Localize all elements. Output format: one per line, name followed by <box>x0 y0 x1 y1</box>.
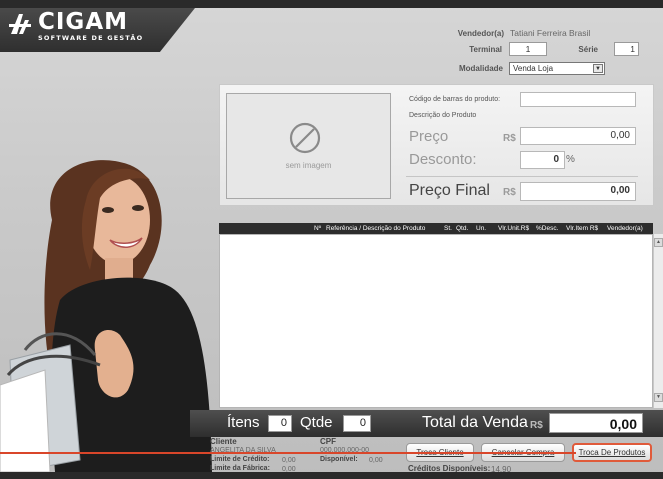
quantity-label: Qtde <box>300 414 333 431</box>
brand-name: CIGAM <box>38 9 129 35</box>
brand-tagline: SOFTWARE DE GESTÃO <box>38 34 144 42</box>
serie-label: Série <box>578 45 598 54</box>
no-image-label: sem imagem <box>285 161 332 170</box>
vendedor-value: Tatiani Ferreira Brasil <box>510 28 591 38</box>
cigam-logo-icon <box>9 14 31 34</box>
scroll-up-icon[interactable]: ▲ <box>654 238 663 247</box>
column-header-description[interactable]: Referência / Descrição do Produto <box>326 225 425 232</box>
bottom-bar <box>0 472 663 479</box>
column-header-qty[interactable]: Qtd. <box>456 225 468 232</box>
limite-fabrica-label: Limite da Fábrica: <box>210 465 270 472</box>
discount-input[interactable]: 0 <box>520 151 565 169</box>
items-count-label: Ítens <box>227 414 260 431</box>
column-header-status[interactable]: St. <box>444 225 452 232</box>
column-header-number[interactable]: Nº <box>314 225 321 232</box>
limite-credito-value: 0,00 <box>282 457 296 464</box>
price-label: Preço <box>409 128 449 145</box>
limite-credito-label: Limite de Crédito: <box>210 456 270 463</box>
price-currency: R$ <box>503 133 516 144</box>
woman-with-shopping-bags-image <box>0 160 213 472</box>
final-price-input[interactable]: 0,00 <box>520 182 636 201</box>
cliente-label: Cliente <box>210 437 237 446</box>
modalidade-value: Venda Loja <box>513 64 554 73</box>
column-header-seller[interactable]: Vendedor(a) <box>607 225 643 232</box>
column-header-item-value[interactable]: Vlr.Item R$ <box>566 225 598 232</box>
description-label: Descrição do Produto <box>409 112 477 119</box>
scroll-down-icon[interactable]: ▼ <box>654 393 663 402</box>
disponivel-label: Disponível: <box>320 456 358 463</box>
chevron-down-icon[interactable]: ▼ <box>593 64 603 73</box>
vendedor-label: Vendedor(a) <box>457 29 504 38</box>
items-count-field: 0 <box>268 415 292 432</box>
final-price-label: Preço Final <box>409 182 490 199</box>
no-image-icon <box>289 122 321 154</box>
items-table[interactable] <box>219 234 653 408</box>
column-header-unit[interactable]: Un. <box>476 225 486 232</box>
barcode-label: Código de barras do produto: <box>409 96 501 103</box>
total-label: Total da Venda <box>422 414 528 431</box>
top-bar <box>0 0 663 8</box>
column-header-discount[interactable]: %Desc. <box>536 225 558 232</box>
serie-field[interactable]: 1 <box>614 42 639 56</box>
column-header-unit-price[interactable]: Vlr.Unit.R$ <box>498 225 529 232</box>
discount-unit: % <box>566 154 575 165</box>
modalidade-select[interactable]: Venda Loja ▼ <box>509 62 605 75</box>
total-value: 0,00 <box>549 413 643 433</box>
modalidade-label: Modalidade <box>458 64 503 73</box>
final-price-currency: R$ <box>503 187 516 198</box>
terminal-label: Terminal <box>469 45 502 54</box>
discount-label: Desconto: <box>409 151 477 168</box>
quantity-field: 0 <box>343 415 371 432</box>
cpf-label: CPF <box>320 437 336 446</box>
total-currency: R$ <box>530 420 543 431</box>
divider <box>406 176 638 177</box>
barcode-input[interactable] <box>520 92 636 107</box>
highlight-pointer-line <box>0 452 576 454</box>
disponivel-value: 0,00 <box>369 457 383 464</box>
price-input[interactable]: 0,00 <box>520 127 636 145</box>
table-scrollbar[interactable] <box>653 234 663 408</box>
troca-produtos-button[interactable]: Troca De Produtos <box>572 443 652 462</box>
terminal-field[interactable]: 1 <box>509 42 547 56</box>
